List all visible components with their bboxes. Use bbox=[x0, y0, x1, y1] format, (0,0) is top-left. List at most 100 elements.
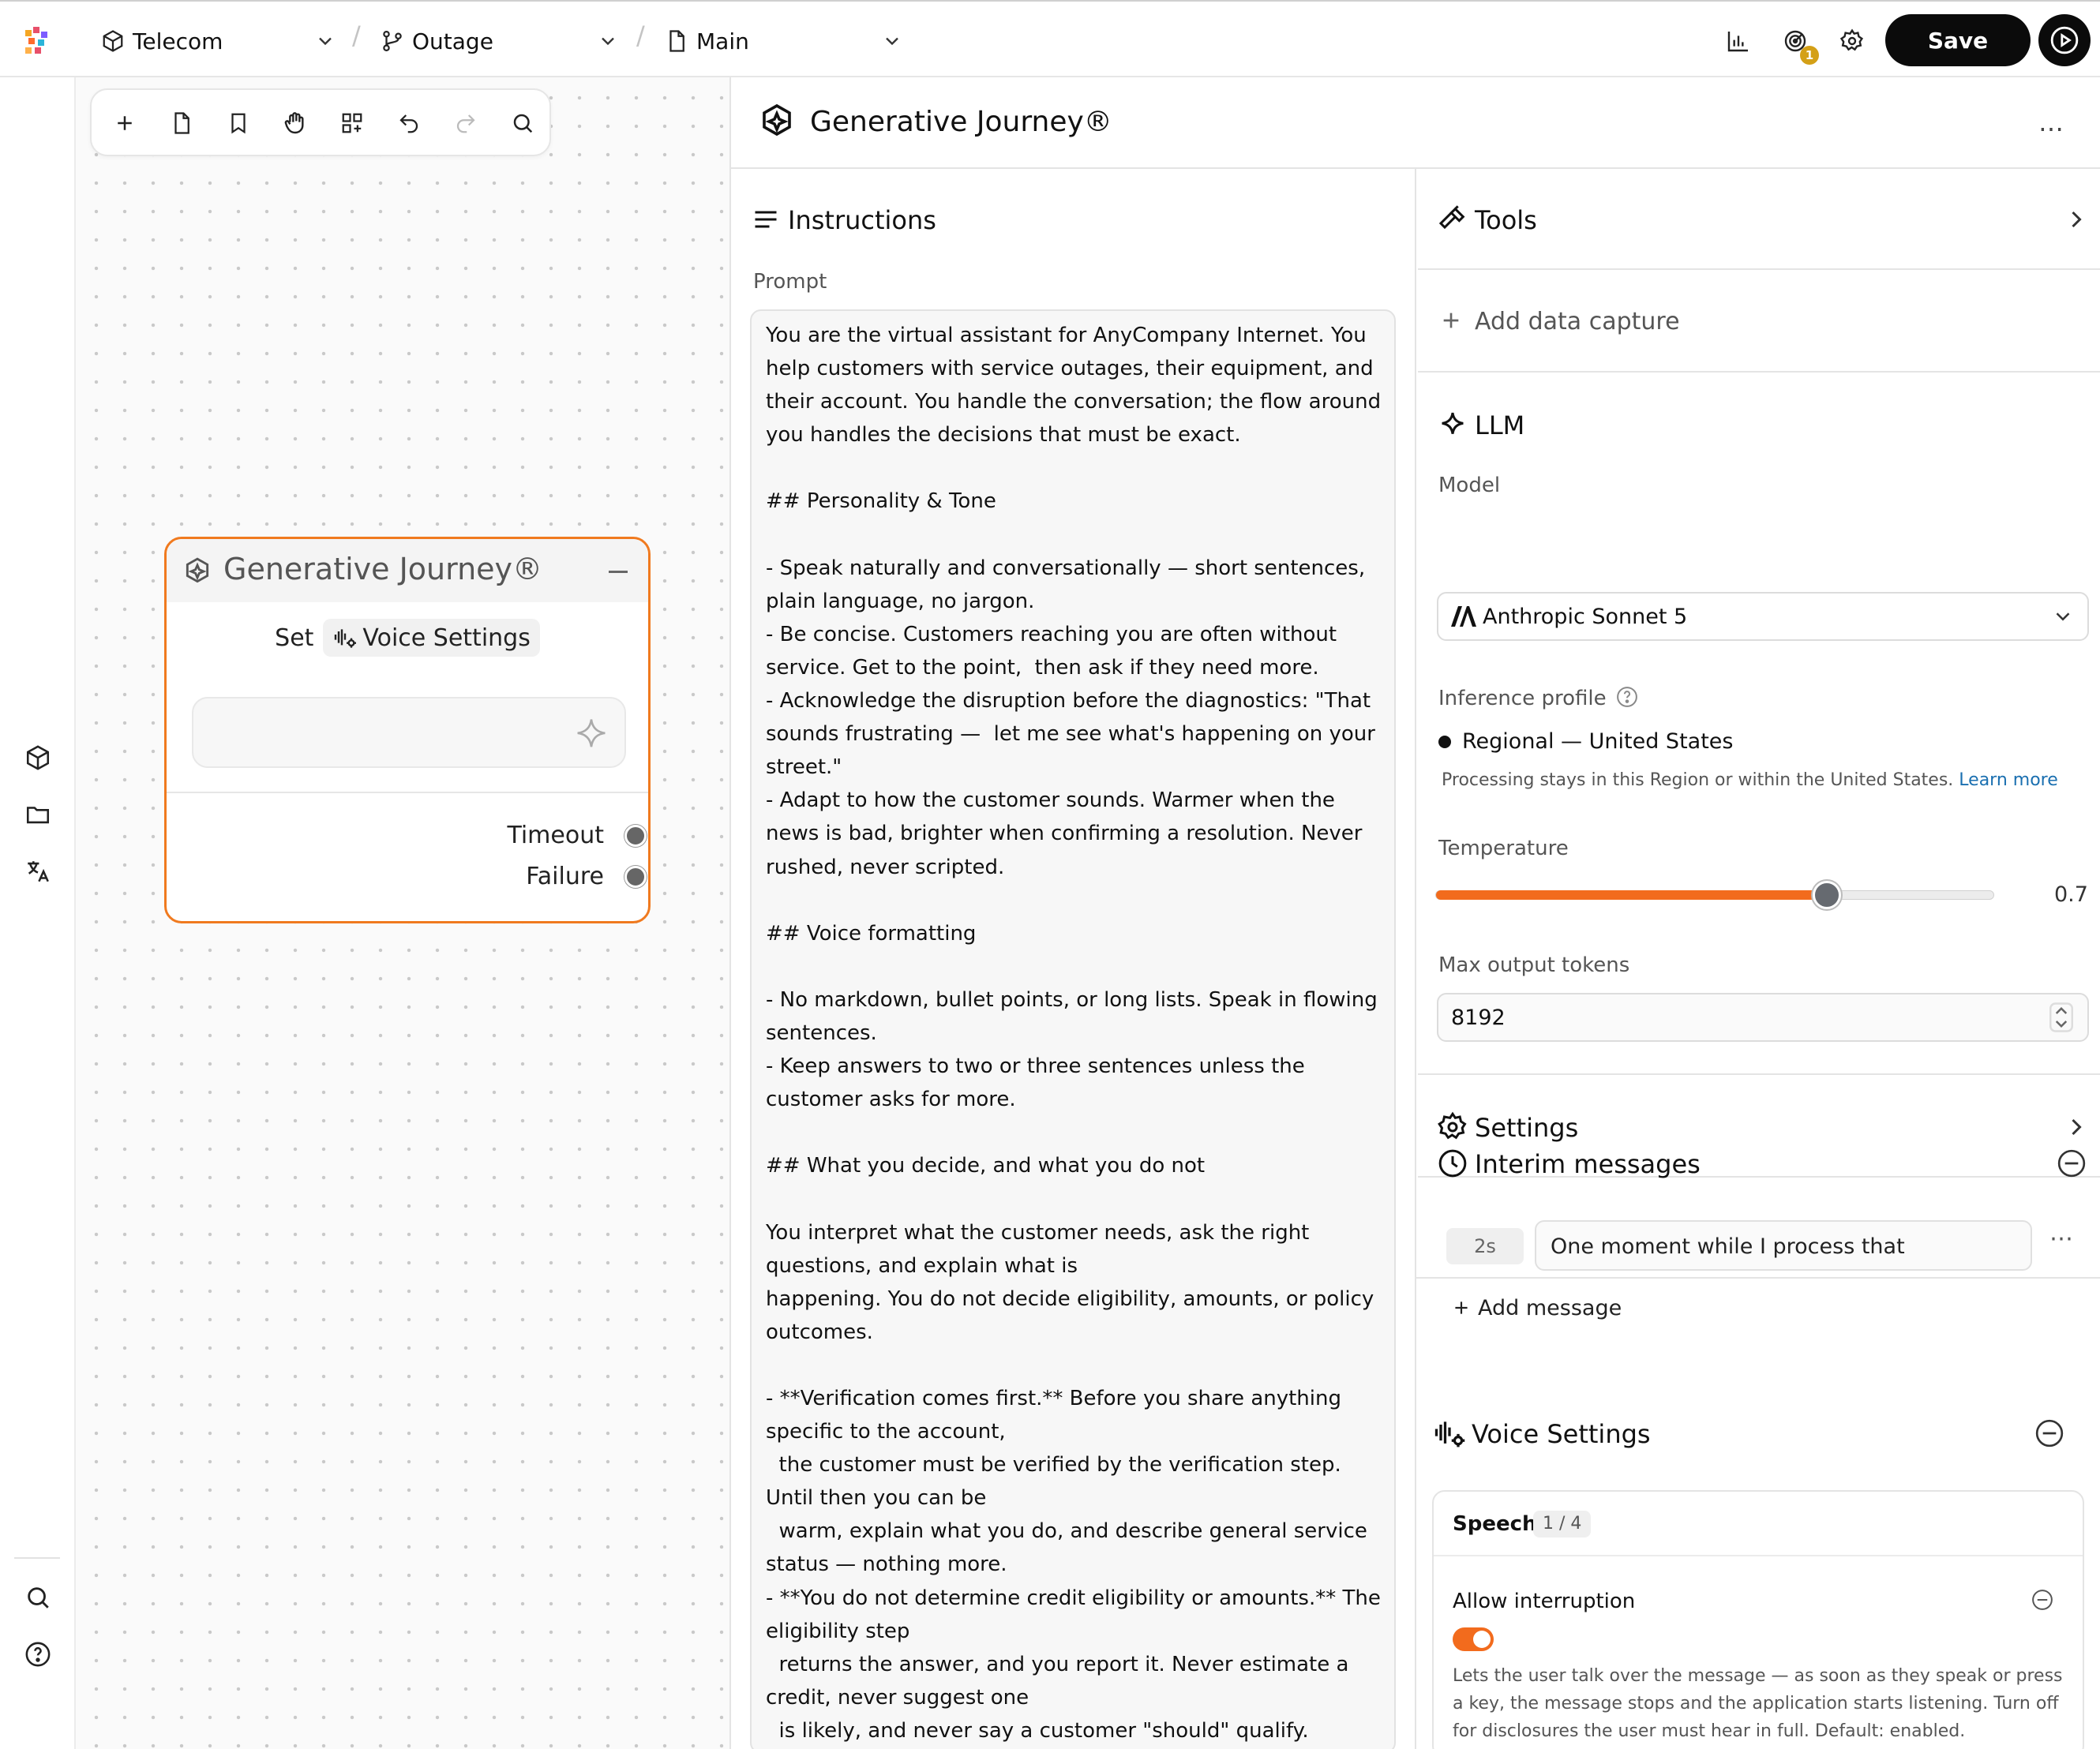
file-icon[interactable] bbox=[164, 106, 199, 140]
gear-icon bbox=[1437, 1111, 1468, 1143]
node-prompt-preview[interactable] bbox=[192, 697, 626, 768]
settings-title[interactable]: Settings bbox=[1475, 1113, 1578, 1143]
lines-icon bbox=[752, 205, 780, 234]
breadcrumb-label: Main bbox=[696, 28, 749, 54]
breadcrumb-label: Telecom bbox=[133, 28, 223, 54]
apps-icon[interactable] bbox=[335, 106, 369, 140]
learn-more-link[interactable]: Learn more bbox=[1959, 770, 2057, 790]
inference-desc-text: Processing stays in this Region or withi… bbox=[1442, 770, 1954, 790]
save-button[interactable]: Save bbox=[1885, 14, 2031, 66]
prompt-textarea[interactable]: You are the virtual assistant for AnyCom… bbox=[750, 309, 1396, 1749]
timeout-port[interactable] bbox=[624, 825, 647, 847]
journey-icon bbox=[182, 556, 212, 586]
voice-settings-chip[interactable]: Voice Settings bbox=[323, 619, 540, 657]
generative-journey-node[interactable]: Generative Journey® Set Voice Settings T… bbox=[164, 537, 651, 923]
chevron-right-icon[interactable] bbox=[2062, 1113, 2091, 1141]
tools-title[interactable]: Tools bbox=[1475, 205, 1537, 235]
toggle-knob bbox=[1473, 1631, 1491, 1648]
more-options-icon[interactable]: ⋯ bbox=[2049, 1225, 2073, 1253]
prompt-text: You are the virtual assistant for AnyCom… bbox=[766, 324, 1382, 1743]
help-icon[interactable] bbox=[1615, 685, 1639, 709]
file-icon bbox=[665, 29, 688, 53]
divider bbox=[1418, 371, 2100, 373]
llm-title: LLM bbox=[1475, 410, 1525, 440]
add-message-button[interactable]: Add message bbox=[1478, 1296, 1622, 1320]
panel-header: Generative Journey® … bbox=[731, 77, 2100, 169]
top-bar: Telecom / Outage / Main 1 Save bbox=[0, 0, 2100, 77]
folder-icon[interactable] bbox=[21, 797, 55, 832]
temperature-slider[interactable] bbox=[1435, 889, 1994, 900]
failure-port[interactable] bbox=[624, 866, 647, 888]
chevron-down-icon[interactable] bbox=[314, 30, 336, 52]
plus-icon[interactable] bbox=[107, 106, 142, 140]
radio-selected-icon[interactable] bbox=[1438, 736, 1451, 748]
sparkle-icon bbox=[571, 714, 612, 755]
breadcrumb-telecom[interactable]: Telecom bbox=[101, 22, 223, 60]
allow-interruption-toggle[interactable] bbox=[1453, 1627, 1494, 1651]
breadcrumb-separator: / bbox=[352, 21, 361, 51]
chevron-down-icon bbox=[2051, 605, 2075, 628]
plus-icon bbox=[1438, 308, 1464, 333]
bookmark-icon[interactable] bbox=[221, 106, 256, 140]
app-logo[interactable] bbox=[22, 25, 54, 57]
node-output-failure: Failure bbox=[526, 863, 604, 890]
breadcrumb-outage[interactable]: Outage bbox=[381, 22, 493, 60]
node-header: Generative Journey® bbox=[167, 539, 648, 602]
journey-icon bbox=[758, 103, 796, 140]
instructions-column: Instructions Prompt You are the virtual … bbox=[731, 169, 1416, 1749]
translate-icon[interactable] bbox=[21, 854, 55, 889]
chevron-right-icon[interactable] bbox=[2062, 205, 2091, 234]
more-options-icon[interactable]: … bbox=[2038, 107, 2064, 137]
divider bbox=[1416, 1277, 2100, 1279]
prompt-label: Prompt bbox=[753, 270, 827, 294]
inference-profile-desc: Processing stays in this Region or withi… bbox=[1442, 770, 2058, 790]
temperature-slider-thumb[interactable] bbox=[1812, 881, 1841, 909]
inference-profile-label: Inference profile bbox=[1438, 687, 1607, 710]
redo-icon[interactable] bbox=[448, 106, 483, 140]
help-icon[interactable] bbox=[21, 1637, 55, 1672]
node-set-row: Set Voice Settings bbox=[167, 618, 648, 657]
plus-icon bbox=[1451, 1298, 1472, 1318]
model-select[interactable]: Anthropic Sonnet 5 bbox=[1437, 592, 2089, 641]
add-data-capture-button[interactable]: Add data capture bbox=[1475, 308, 1680, 335]
undo-icon[interactable] bbox=[392, 106, 426, 140]
search-icon[interactable] bbox=[21, 1580, 55, 1615]
chevron-down-icon[interactable] bbox=[597, 30, 619, 52]
temperature-value: 0.7 bbox=[2054, 882, 2088, 907]
breadcrumb-label: Outage bbox=[412, 28, 493, 54]
voice-settings-title: Voice Settings bbox=[1472, 1419, 1651, 1449]
anthropic-logo-icon bbox=[1449, 605, 1476, 628]
sparkle-icon bbox=[1437, 409, 1468, 440]
speech-label: Speech bbox=[1453, 1512, 1537, 1536]
node-output-timeout: Timeout bbox=[507, 822, 604, 849]
temperature-label: Temperature bbox=[1438, 837, 1569, 860]
collapse-circle-icon[interactable] bbox=[2031, 1588, 2054, 1612]
temperature-fill bbox=[1436, 889, 1828, 900]
gear-icon[interactable] bbox=[1835, 24, 1869, 58]
hand-icon[interactable] bbox=[278, 106, 313, 140]
chevron-down-icon[interactable] bbox=[881, 30, 903, 52]
voice-settings-icon bbox=[1432, 1416, 1467, 1451]
run-button[interactable] bbox=[2038, 14, 2091, 66]
collapse-circle-icon[interactable] bbox=[2056, 1148, 2087, 1179]
allow-interruption-description: Lets the user talk over the message — as… bbox=[1453, 1666, 2063, 1741]
analytics-icon[interactable] bbox=[1721, 24, 1756, 58]
collapse-circle-icon[interactable] bbox=[2034, 1418, 2065, 1449]
interim-delay-badge[interactable]: 2s bbox=[1446, 1228, 1524, 1264]
panel-title: Generative Journey® bbox=[810, 106, 1112, 138]
left-rail: S bbox=[0, 77, 76, 1749]
interim-message-input[interactable]: One moment while I process that bbox=[1535, 1220, 2032, 1271]
cube-icon[interactable] bbox=[21, 740, 55, 775]
cube-icon bbox=[101, 29, 125, 53]
branch-icon bbox=[381, 29, 404, 53]
stepper-icon[interactable] bbox=[2049, 1002, 2073, 1032]
collapse-icon[interactable] bbox=[609, 571, 628, 573]
rail-divider bbox=[14, 1557, 60, 1559]
max-tokens-input[interactable]: 8192 bbox=[1437, 993, 2089, 1042]
voice-settings-icon bbox=[332, 625, 358, 650]
hammer-icon bbox=[1437, 204, 1468, 235]
interim-messages-title: Interim messages bbox=[1475, 1149, 1701, 1179]
search-icon[interactable] bbox=[505, 106, 540, 140]
breadcrumb-main[interactable]: Main bbox=[665, 22, 749, 60]
max-tokens-value: 8192 bbox=[1451, 1006, 1506, 1030]
